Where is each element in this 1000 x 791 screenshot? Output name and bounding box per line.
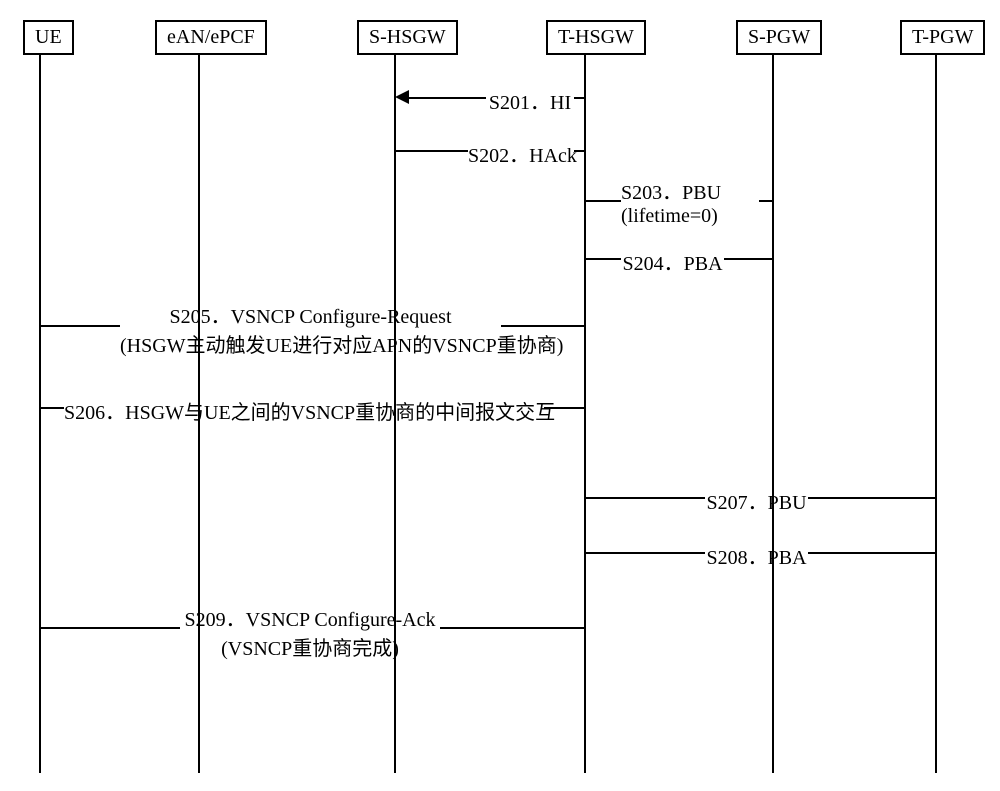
- msg-s201-line-left: [408, 97, 486, 99]
- msg-s205-line1: S205．VSNCP Configure-Request: [169, 306, 451, 328]
- msg-s205-line-right: [501, 325, 585, 327]
- msg-s203-line2: (lifetime=0): [621, 205, 718, 227]
- participant-label: UE: [35, 26, 62, 48]
- msg-s204-label: S204．PBA: [621, 247, 724, 276]
- msg-s209-label: S209．VSNCP Configure-Ack (VSNCP重协商完成): [180, 603, 440, 661]
- lifeline-spgw: [772, 54, 774, 773]
- msg-s208-line-right: [808, 552, 936, 554]
- msg-s208-label: S208．PBA: [705, 541, 808, 570]
- msg-s204-line-right: [724, 258, 773, 260]
- msg-s205-line-left: [40, 325, 120, 327]
- lifeline-tpgw: [935, 54, 937, 773]
- sequence-diagram: UE eAN/ePCF S-HSGW T-HSGW S-PGW T-PGW S2…: [0, 0, 1000, 791]
- msg-s207-line-right: [808, 497, 936, 499]
- msg-s207-label: S207．PBU: [705, 486, 808, 515]
- msg-s209-line-right: [440, 627, 585, 629]
- msg-s201-line-right: [574, 97, 585, 99]
- participant-spgw: S-PGW: [736, 20, 822, 55]
- participant-thsgw: T-HSGW: [546, 20, 646, 55]
- msg-s205-label: S205．VSNCP Configure-Request (HSGW主动触发UE…: [120, 300, 501, 358]
- participant-label: T-HSGW: [558, 26, 634, 48]
- msg-s203-line-right: [759, 200, 773, 202]
- msg-s201-label: S201．HI: [486, 86, 574, 115]
- msg-s203-label: S203．PBU (lifetime=0): [621, 176, 759, 228]
- msg-s203-line-left: [585, 200, 621, 202]
- msg-s209-line1: S209．VSNCP Configure-Ack: [185, 609, 436, 631]
- participant-label: S-PGW: [748, 26, 810, 48]
- msg-s204-line-left: [585, 258, 621, 260]
- msg-s203-line1: S203．PBU: [621, 182, 721, 204]
- msg-s202-line-left: [395, 150, 468, 152]
- lifeline-thsgw: [584, 54, 586, 773]
- msg-s205-line2: (HSGW主动触发UE进行对应APN的VSNCP重协商): [120, 335, 563, 357]
- participant-ue: UE: [23, 20, 74, 55]
- participant-label: eAN/ePCF: [167, 26, 255, 48]
- msg-s206-label: S206．HSGW与UE之间的VSNCP重协商的中间报文交互: [64, 396, 544, 425]
- msg-s202-label: S202．HAck: [468, 139, 574, 168]
- msg-s206-line-left: [40, 407, 64, 409]
- participant-tpgw: T-PGW: [900, 20, 985, 55]
- msg-s207-line-left: [585, 497, 705, 499]
- msg-s208-line-left: [585, 552, 705, 554]
- participant-ean: eAN/ePCF: [155, 20, 267, 55]
- msg-s209-line2: (VSNCP重协商完成): [221, 638, 399, 660]
- participant-shsgw: S-HSGW: [357, 20, 458, 55]
- participant-label: S-HSGW: [369, 26, 446, 48]
- arrow-left-icon: [395, 90, 409, 104]
- msg-s209-line-left: [40, 627, 180, 629]
- lifeline-ue: [39, 54, 41, 773]
- participant-label: T-PGW: [912, 26, 973, 48]
